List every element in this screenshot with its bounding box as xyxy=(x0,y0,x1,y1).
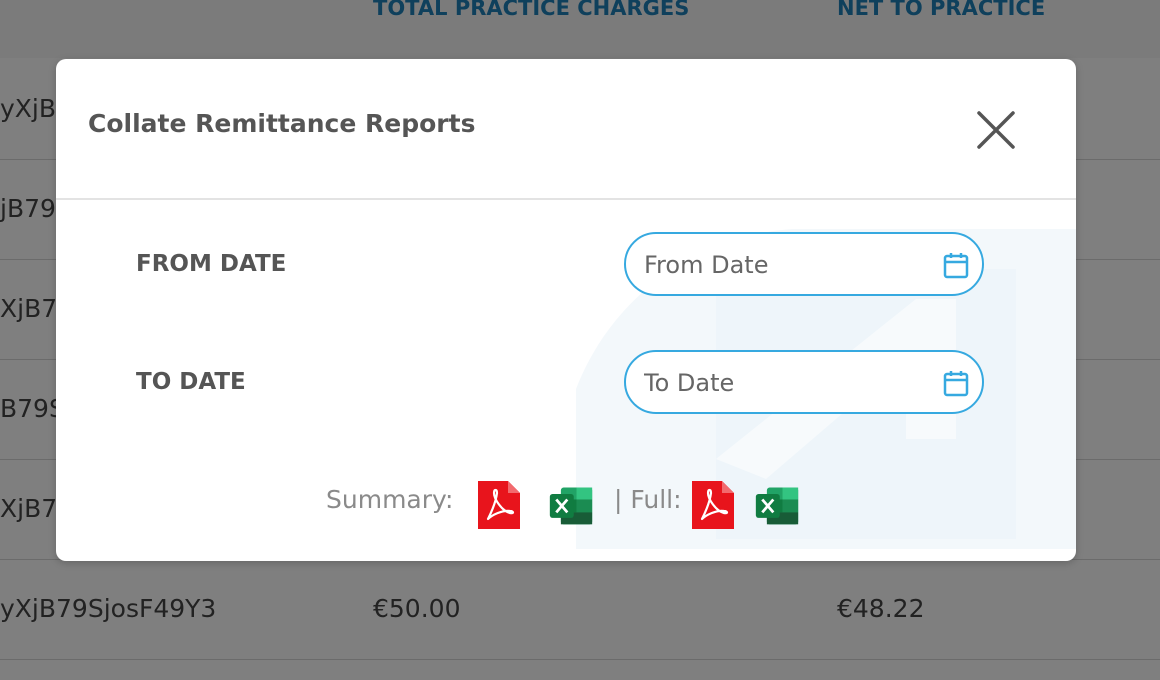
collate-remittance-modal: Collate Remittance Reports FROM DATE TO … xyxy=(56,59,1076,561)
to-date-label: TO DATE xyxy=(136,369,246,395)
to-date-field[interactable] xyxy=(624,350,984,414)
modal-title: Collate Remittance Reports xyxy=(88,109,476,138)
full-label: | Full: xyxy=(614,485,682,514)
summary-pdf-download[interactable] xyxy=(476,479,522,531)
from-date-field[interactable] xyxy=(624,232,984,296)
summary-excel-download[interactable] xyxy=(548,479,594,531)
close-icon xyxy=(977,111,1015,149)
close-button[interactable] xyxy=(974,108,1018,152)
calendar-icon[interactable] xyxy=(942,251,970,279)
from-date-label: FROM DATE xyxy=(136,251,287,277)
full-excel-download[interactable] xyxy=(754,479,800,531)
full-pdf-download[interactable] xyxy=(690,479,736,531)
summary-label: Summary: xyxy=(326,485,454,514)
calendar-icon[interactable] xyxy=(942,369,970,397)
modal-header: Collate Remittance Reports xyxy=(56,59,1076,200)
from-date-input[interactable] xyxy=(642,234,926,296)
to-date-input[interactable] xyxy=(642,352,926,414)
